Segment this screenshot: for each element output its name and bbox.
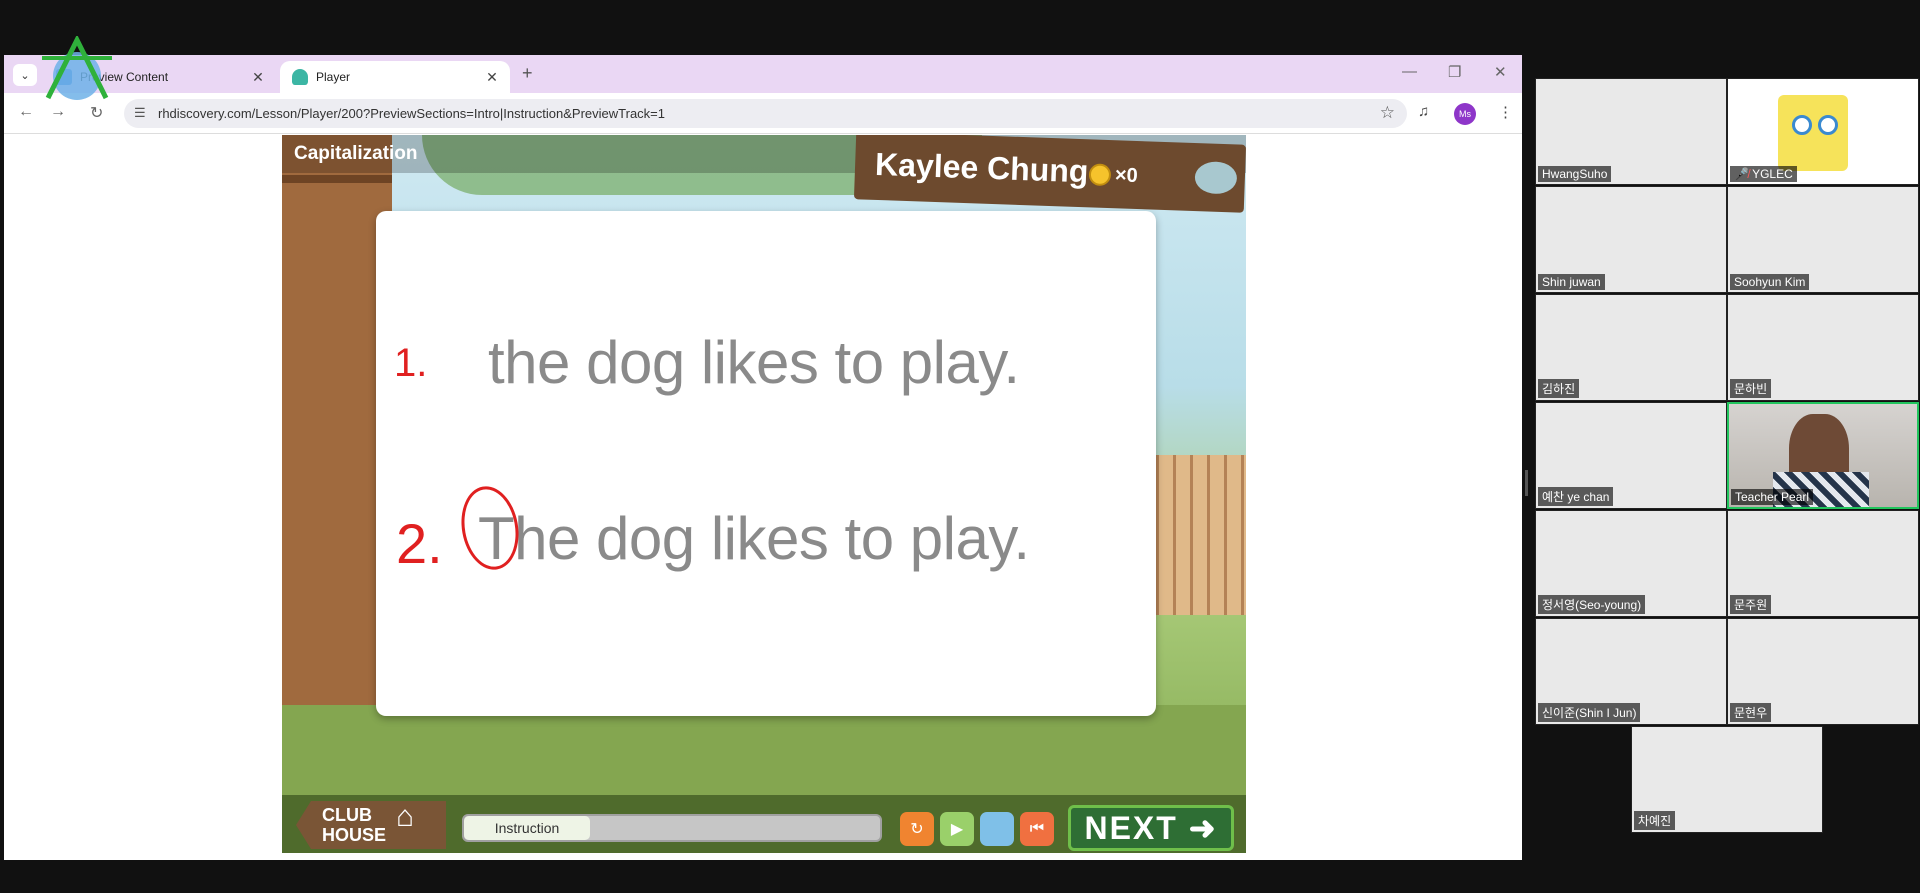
participant-tile[interactable]: 문주원 bbox=[1727, 510, 1919, 617]
page-content: Capitalization Kaylee Chung ×0 1. the do… bbox=[4, 135, 1522, 860]
close-tab-icon[interactable]: ✕ bbox=[248, 69, 268, 86]
browser-toolbar: ← → ↻ ☰ rhdiscovery.com/Lesson/Player/20… bbox=[4, 93, 1522, 134]
browser-window: ⌄ Preview Content ✕ Player ✕ + — ❐ ✕ ← →… bbox=[4, 55, 1522, 860]
player-controls: CLUB HOUSE ⌂ Instruction ↻ ▶ ⏮ NEXT ➜ bbox=[282, 795, 1246, 853]
spongebob-avatar bbox=[1778, 95, 1848, 171]
participant-name: 차예진 bbox=[1634, 811, 1676, 830]
participant-tile[interactable]: Shin juwan bbox=[1535, 186, 1727, 293]
new-tab-button[interactable]: + bbox=[522, 63, 533, 84]
clubhouse-button[interactable]: CLUB HOUSE ⌂ bbox=[296, 801, 446, 849]
participant-tile[interactable]: 예찬 ye chan bbox=[1535, 402, 1727, 509]
participant-tile-active-speaker[interactable]: Teacher Pearl bbox=[1727, 402, 1919, 509]
butterfly-icon bbox=[292, 69, 308, 85]
forward-icon[interactable]: → bbox=[50, 103, 66, 121]
coin-count: ×0 bbox=[1114, 164, 1139, 188]
participant-name: 🎤̸ YGLEC bbox=[1730, 166, 1797, 182]
participant-tile[interactable]: 문현우 bbox=[1727, 618, 1919, 725]
participant-name: Teacher Pearl bbox=[1731, 489, 1814, 505]
site-info-icon[interactable]: ☰ bbox=[134, 105, 146, 121]
tab-search-button[interactable]: ⌄ bbox=[13, 64, 37, 86]
participant-name: 문주원 bbox=[1730, 595, 1772, 614]
sentence-number: 2. bbox=[396, 512, 443, 575]
bookmark-star-icon[interactable]: ☆ bbox=[1380, 103, 1395, 123]
next-label: NEXT bbox=[1084, 809, 1178, 846]
muted-mic-icon: 🎤̸ bbox=[1734, 167, 1753, 181]
participant-tile[interactable]: 신이준(Shin I Jun) bbox=[1535, 618, 1727, 725]
lesson-card: 1. the dog likes to play. 2. The dog lik… bbox=[376, 211, 1156, 716]
player-name: Kaylee Chung bbox=[874, 145, 1090, 190]
minimize-icon[interactable]: — bbox=[1402, 63, 1417, 80]
participant-tile[interactable]: HwangSuho bbox=[1535, 78, 1727, 185]
player-nameboard: Kaylee Chung ×0 bbox=[853, 135, 1246, 213]
profile-avatar[interactable]: Ms bbox=[1454, 103, 1476, 125]
participant-name: 문하빈 bbox=[1730, 379, 1772, 398]
section-progress-bar: Instruction bbox=[462, 814, 882, 842]
participant-tile[interactable]: 차예진 bbox=[1631, 726, 1823, 833]
participant-name: 김하진 bbox=[1538, 379, 1580, 398]
video-gallery: HwangSuho 🎤̸ YGLEC Shin juwan Soohyun Ki… bbox=[1535, 78, 1920, 838]
reload-icon[interactable]: ↻ bbox=[90, 103, 103, 123]
close-tab-icon[interactable]: ✕ bbox=[482, 69, 502, 86]
tab-player[interactable]: Player ✕ bbox=[280, 61, 510, 93]
progress-label: Instruction bbox=[464, 816, 590, 840]
sentence-number: 1. bbox=[394, 341, 428, 385]
next-button[interactable]: NEXT ➜ bbox=[1068, 805, 1234, 851]
play-icon[interactable]: ▶ bbox=[940, 812, 974, 846]
participant-name: Soohyun Kim bbox=[1730, 274, 1810, 290]
panel-resize-handle[interactable] bbox=[1525, 470, 1528, 496]
house-icon: ⌂ bbox=[396, 800, 415, 833]
tab-bar: ⌄ Preview Content ✕ Player ✕ + — ❐ ✕ bbox=[4, 55, 1522, 93]
media-control-icon[interactable]: ♫ bbox=[1418, 103, 1429, 120]
stop-icon[interactable] bbox=[980, 812, 1014, 846]
birdhouse-icon bbox=[1194, 161, 1238, 195]
participant-tile[interactable]: 정서영(Seo-young) bbox=[1535, 510, 1727, 617]
participant-name: 문현우 bbox=[1730, 703, 1772, 722]
sentence-text: The dog likes to play. bbox=[478, 505, 1030, 572]
clubhouse-label: CLUB HOUSE bbox=[322, 805, 387, 845]
picket-fence bbox=[1142, 455, 1246, 615]
lesson-title: Capitalization bbox=[294, 143, 418, 164]
close-window-icon[interactable]: ✕ bbox=[1494, 63, 1507, 81]
address-bar[interactable]: ☰ rhdiscovery.com/Lesson/Player/200?Prev… bbox=[124, 99, 1407, 128]
back-icon[interactable]: ← bbox=[18, 103, 34, 121]
participant-name: 예찬 ye chan bbox=[1538, 487, 1614, 506]
url-text[interactable]: rhdiscovery.com/Lesson/Player/200?Previe… bbox=[158, 106, 665, 121]
participant-name: 정서영(Seo-young) bbox=[1538, 595, 1646, 614]
participant-tile[interactable]: 🎤̸ YGLEC bbox=[1727, 78, 1919, 185]
restore-icon[interactable]: ❐ bbox=[1448, 63, 1461, 81]
replay-icon[interactable]: ↻ bbox=[900, 812, 934, 846]
desktop: ⌄ Preview Content ✕ Player ✕ + — ❐ ✕ ← →… bbox=[0, 0, 1920, 893]
participant-name: Shin juwan bbox=[1538, 274, 1605, 290]
tab-title: Player bbox=[316, 70, 351, 84]
sentence-text: the dog likes to play. bbox=[488, 329, 1020, 396]
lesson-player: Capitalization Kaylee Chung ×0 1. the do… bbox=[282, 135, 1246, 853]
participant-tile[interactable]: 김하진 bbox=[1535, 294, 1727, 401]
school-logo-icon bbox=[42, 36, 112, 100]
participant-tile[interactable]: 문하빈 bbox=[1727, 294, 1919, 401]
participant-name-text: YGLEC bbox=[1752, 167, 1793, 181]
rewind-icon[interactable]: ⏮ bbox=[1020, 812, 1054, 846]
participant-tile[interactable]: Soohyun Kim bbox=[1727, 186, 1919, 293]
participant-name: HwangSuho bbox=[1538, 166, 1612, 182]
more-menu-icon[interactable]: ⋮ bbox=[1498, 103, 1513, 121]
grass-ground bbox=[282, 705, 1246, 795]
participant-name: 신이준(Shin I Jun) bbox=[1538, 703, 1641, 722]
coin-icon bbox=[1088, 163, 1112, 187]
